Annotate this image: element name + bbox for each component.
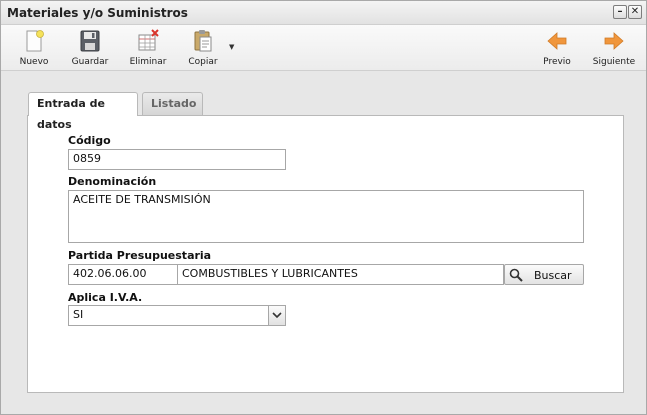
new-document-icon [26, 30, 44, 52]
title-bar: Materiales y/o Suministros – ✕ [1, 1, 646, 25]
clipboard-copy-icon [194, 30, 212, 52]
toolbar: Nuevo Guardar Eliminar Copiar ▼ Previo S… [1, 25, 646, 71]
next-label: Siguiente [592, 57, 636, 67]
vat-selected-value: SI [73, 308, 84, 321]
code-input[interactable]: 0859 [68, 149, 286, 170]
delete-table-icon [138, 29, 159, 51]
tab-list[interactable]: Listado [142, 92, 203, 115]
previous-label: Previo [543, 57, 571, 67]
save-disk-icon [80, 30, 100, 52]
copy-dropdown-arrow-icon[interactable]: ▼ [229, 43, 234, 51]
magnifier-search-icon [509, 268, 523, 282]
denomination-textarea[interactable]: ACEITE DE TRANSMISIÓN [68, 190, 584, 243]
code-label: Código [68, 134, 111, 147]
new-label: Nuevo [19, 57, 49, 67]
budget-item-code-input[interactable]: 402.06.06.00 [68, 264, 178, 285]
search-button[interactable]: Buscar [504, 264, 584, 285]
denomination-label: Denominación [68, 175, 157, 188]
delete-button[interactable]: Eliminar [123, 27, 173, 69]
budget-item-label: Partida Presupuestaria [68, 249, 212, 262]
search-button-label: Buscar [534, 269, 572, 282]
budget-item-description-input[interactable]: COMBUSTIBLES Y LUBRICANTES [177, 264, 504, 285]
save-button[interactable]: Guardar [65, 27, 115, 69]
next-button[interactable]: Siguiente [589, 27, 639, 69]
arrow-right-icon [604, 32, 624, 50]
copy-label: Copiar [188, 57, 218, 67]
tab-data-entry[interactable]: Entrada de datos [28, 92, 138, 131]
window: Materiales y/o Suministros – ✕ Nuevo Gua… [0, 0, 647, 415]
minimize-button[interactable]: – [613, 5, 627, 19]
copy-button[interactable]: Copiar [178, 27, 228, 69]
chevron-down-icon[interactable] [268, 306, 285, 325]
new-button[interactable]: Nuevo [9, 27, 59, 69]
vat-select[interactable]: SI [68, 305, 286, 326]
window-title: Materiales y/o Suministros [7, 6, 188, 20]
vat-label: Aplica I.V.A. [68, 291, 143, 304]
delete-label: Eliminar [129, 57, 167, 67]
previous-button[interactable]: Previo [532, 27, 582, 69]
arrow-left-icon [547, 32, 567, 50]
close-button[interactable]: ✕ [628, 5, 642, 19]
form-panel: Código 0859 Denominación ACEITE DE TRANS… [27, 115, 624, 393]
save-label: Guardar [71, 57, 109, 67]
